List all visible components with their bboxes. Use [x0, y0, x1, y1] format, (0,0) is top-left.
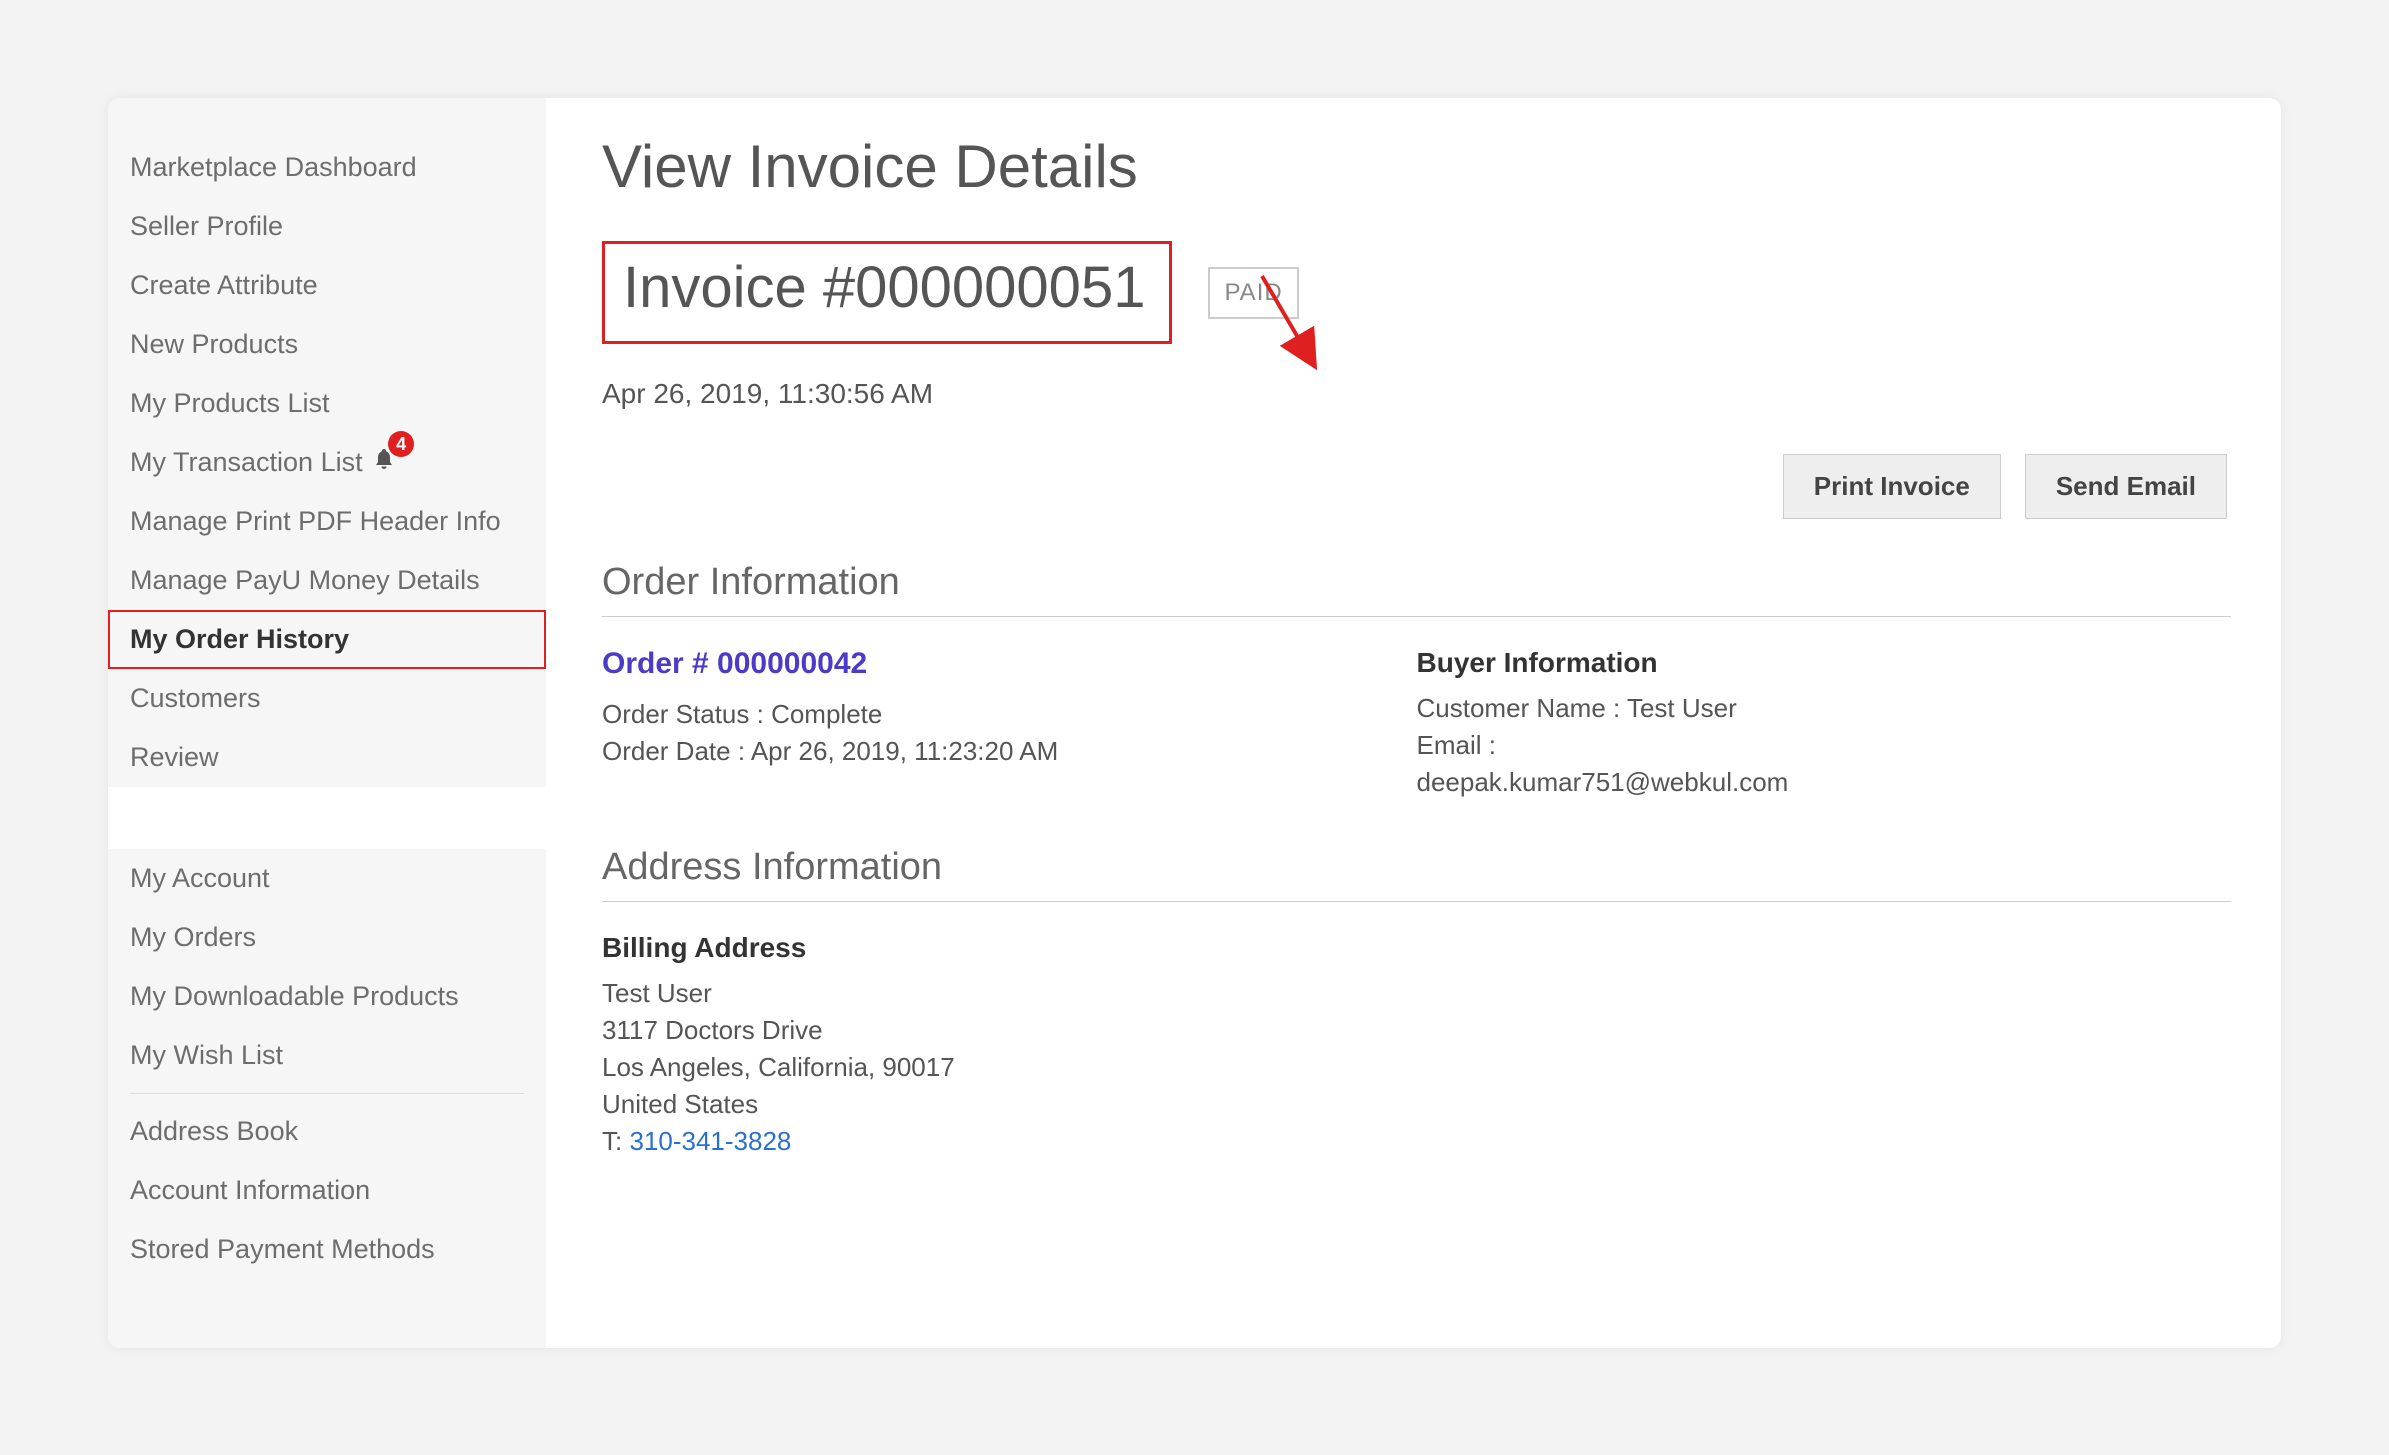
sidebar-item-new-products[interactable]: New Products: [108, 315, 546, 374]
order-date: Order Date : Apr 26, 2019, 11:23:20 AM: [602, 736, 1377, 767]
sidebar-item-label: Stored Payment Methods: [130, 1234, 435, 1264]
sidebar-item-seller-profile[interactable]: Seller Profile: [108, 197, 546, 256]
notification-badge: 4: [388, 431, 414, 457]
billing-address-heading: Billing Address: [602, 932, 2231, 964]
billing-country: United States: [602, 1089, 2231, 1120]
sidebar-item-my-orders[interactable]: My Orders: [108, 908, 546, 967]
billing-address-block: Billing Address Test User 3117 Doctors D…: [602, 932, 2231, 1157]
sidebar-item-stored-payment[interactable]: Stored Payment Methods: [108, 1220, 546, 1279]
sidebar-item-address-book[interactable]: Address Book: [108, 1102, 546, 1161]
sidebar-item-customers[interactable]: Customers: [108, 669, 546, 728]
sidebar-item-label: My Downloadable Products: [130, 981, 459, 1011]
billing-name: Test User: [602, 978, 2231, 1009]
invoice-number: Invoice #000000051: [623, 255, 1145, 320]
sidebar-item-label: My Transaction List: [130, 447, 363, 477]
action-buttons: Print Invoice Send Email: [602, 454, 2231, 519]
page-title: View Invoice Details: [602, 132, 2231, 201]
sidebar-item-label: New Products: [130, 329, 298, 359]
sidebar-item-label: My Products List: [130, 388, 330, 418]
sidebar: Marketplace Dashboard Seller Profile Cre…: [108, 98, 546, 1348]
sidebar-item-account-information[interactable]: Account Information: [108, 1161, 546, 1220]
address-info-heading: Address Information: [602, 846, 2231, 889]
customer-name: Customer Name : Test User: [1417, 693, 2192, 724]
sidebar-item-my-account[interactable]: My Account: [108, 849, 546, 908]
sidebar-gap: [108, 787, 546, 849]
invoice-date: Apr 26, 2019, 11:30:56 AM: [602, 378, 2231, 410]
sidebar-group-marketplace: Marketplace Dashboard Seller Profile Cre…: [108, 138, 546, 787]
sidebar-item-my-order-history[interactable]: My Order History: [108, 610, 546, 669]
order-info-right: Buyer Information Customer Name : Test U…: [1417, 647, 2232, 804]
sidebar-item-label: My Wish List: [130, 1040, 283, 1070]
main-content: View Invoice Details Invoice #000000051 …: [546, 98, 2281, 1348]
sidebar-item-label: Review: [130, 742, 219, 772]
buyer-info-heading: Buyer Information: [1417, 647, 2192, 679]
sidebar-item-review[interactable]: Review: [108, 728, 546, 787]
sidebar-item-label: Manage Print PDF Header Info: [130, 506, 501, 536]
order-info-columns: Order # 000000042 Order Status : Complet…: [602, 647, 2231, 804]
section-divider: [602, 901, 2231, 902]
sidebar-group-account: My Account My Orders My Downloadable Pro…: [108, 849, 546, 1085]
sidebar-item-label: My Order History: [130, 624, 349, 654]
sidebar-item-label: Account Information: [130, 1175, 370, 1205]
section-divider: [602, 616, 2231, 617]
invoice-number-box: Invoice #000000051: [602, 241, 1172, 344]
customer-email-value: deepak.kumar751@webkul.com: [1417, 767, 2192, 798]
order-number-link[interactable]: Order # 000000042: [602, 647, 867, 681]
status-badge-paid: PAID: [1208, 267, 1298, 319]
customer-email-label: Email :: [1417, 730, 2192, 761]
sidebar-item-label: Create Attribute: [130, 270, 318, 300]
sidebar-item-label: Seller Profile: [130, 211, 283, 241]
sidebar-item-payu-money[interactable]: Manage PayU Money Details: [108, 551, 546, 610]
sidebar-group-address: Address Book Account Information Stored …: [108, 1102, 546, 1279]
billing-phone-link[interactable]: 310-341-3828: [629, 1126, 791, 1156]
sidebar-item-my-products-list[interactable]: My Products List: [108, 374, 546, 433]
billing-line1: 3117 Doctors Drive: [602, 1015, 2231, 1046]
print-invoice-button[interactable]: Print Invoice: [1783, 454, 2001, 519]
order-info-heading: Order Information: [602, 561, 2231, 604]
billing-line2: Los Angeles, California, 90017: [602, 1052, 2231, 1083]
sidebar-divider: [130, 1093, 524, 1094]
sidebar-item-my-downloadable[interactable]: My Downloadable Products: [108, 967, 546, 1026]
sidebar-item-my-wish-list[interactable]: My Wish List: [108, 1026, 546, 1085]
sidebar-item-marketplace-dashboard[interactable]: Marketplace Dashboard: [108, 138, 546, 197]
order-info-left: Order # 000000042 Order Status : Complet…: [602, 647, 1417, 804]
sidebar-item-label: My Account: [130, 863, 270, 893]
sidebar-item-create-attribute[interactable]: Create Attribute: [108, 256, 546, 315]
notification-bell[interactable]: 4: [372, 447, 396, 471]
sidebar-item-print-pdf-header[interactable]: Manage Print PDF Header Info: [108, 492, 546, 551]
order-status: Order Status : Complete: [602, 699, 1377, 730]
phone-prefix: T:: [602, 1126, 629, 1156]
sidebar-item-label: My Orders: [130, 922, 256, 952]
sidebar-item-my-transaction-list[interactable]: My Transaction List 4: [108, 433, 546, 492]
sidebar-item-label: Address Book: [130, 1116, 298, 1146]
sidebar-item-label: Customers: [130, 683, 261, 713]
invoice-header-row: Invoice #000000051 PAID: [602, 241, 2231, 344]
sidebar-item-label: Manage PayU Money Details: [130, 565, 480, 595]
sidebar-item-label: Marketplace Dashboard: [130, 152, 417, 182]
send-email-button[interactable]: Send Email: [2025, 454, 2227, 519]
billing-phone-row: T: 310-341-3828: [602, 1126, 2231, 1157]
